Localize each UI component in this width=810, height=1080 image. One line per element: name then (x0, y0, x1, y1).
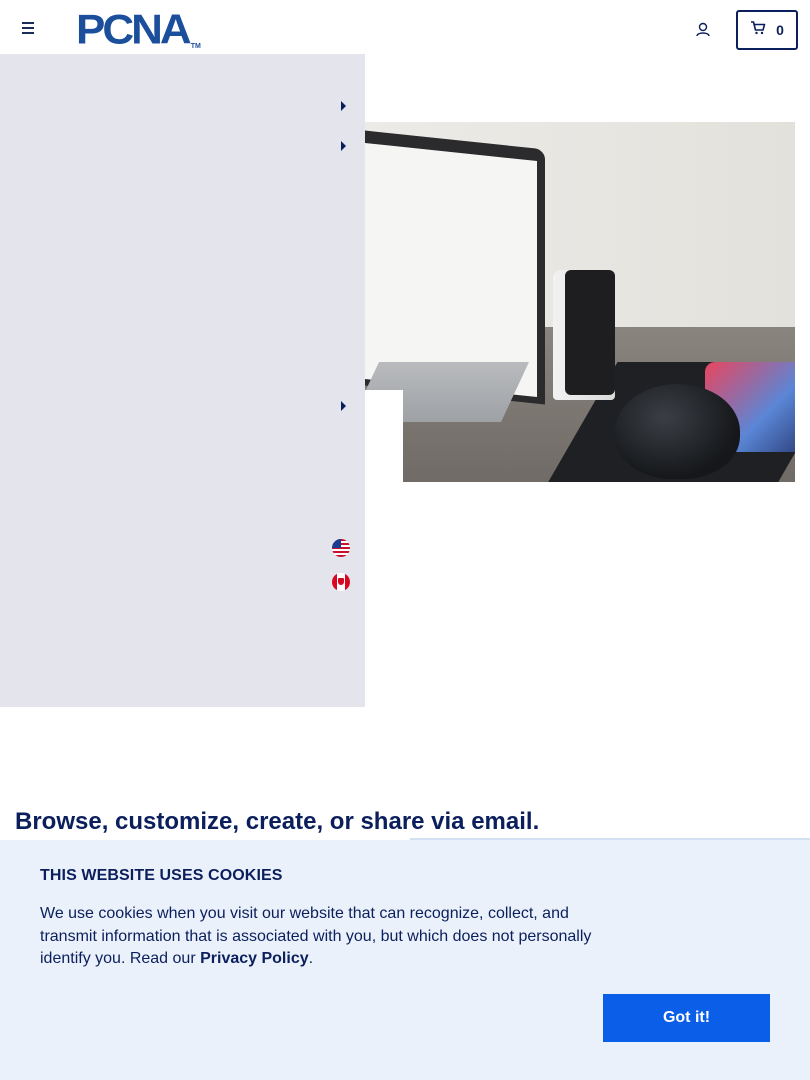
accept-cookies-button[interactable]: Got it! (603, 994, 770, 1042)
cookie-banner-text: We use cookies when you visit our websit… (40, 903, 610, 971)
user-icon[interactable] (694, 21, 712, 39)
canada-flag-icon[interactable] (332, 573, 350, 591)
site-header: PCNA TM 0 (0, 0, 810, 58)
pcna-logo[interactable]: PCNA TM (76, 8, 201, 52)
logo-text: PCNA (76, 6, 192, 53)
cookie-text-end: . (308, 950, 314, 967)
cart-count: 0 (776, 22, 784, 38)
logo-trademark: TM (190, 43, 201, 50)
privacy-policy-link[interactable]: Privacy Policy (200, 950, 309, 967)
chevron-right-icon[interactable] (341, 101, 347, 111)
cart-icon (750, 20, 766, 40)
cookie-banner: THIS WEBSITE USES COOKIES We use cookies… (0, 840, 810, 1080)
hero-image-mask (365, 390, 403, 482)
us-flag-icon[interactable] (332, 539, 350, 557)
hamburger-menu-icon[interactable] (18, 19, 40, 41)
cookie-text-body: We use cookies when you visit our websit… (40, 905, 592, 967)
chevron-right-icon[interactable] (341, 141, 347, 151)
side-nav-panel (0, 54, 365, 707)
page-tagline: Browse, customize, create, or share via … (15, 808, 540, 835)
cookie-banner-title: THIS WEBSITE USES COOKIES (40, 867, 283, 884)
cart-button[interactable]: 0 (736, 10, 798, 50)
chevron-right-icon[interactable] (341, 401, 347, 411)
hero-image (365, 122, 795, 482)
page: PCNA TM 0 Browse, customize, create, or … (0, 0, 810, 1080)
